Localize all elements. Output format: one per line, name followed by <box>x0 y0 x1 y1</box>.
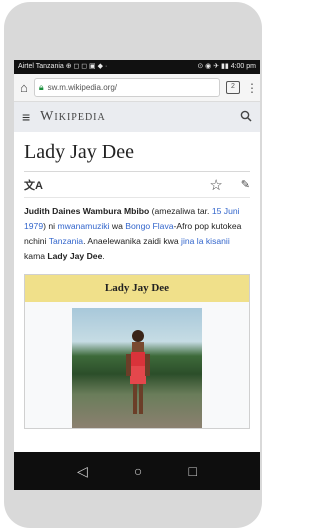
phone-frame: Airtel Tanzania ⊕ ◻ ◻ ▣ ◆ · ⊙ ◉ ✈ ▮▮ 4:0… <box>4 2 262 528</box>
status-left: Airtel Tanzania ⊕ ◻ ◻ ▣ ◆ · <box>18 63 108 70</box>
hamburger-menu-icon[interactable]: ≡ <box>22 109 30 125</box>
address-bar[interactable]: 🔒︎ sw.m.wikipedia.org/ <box>33 78 220 97</box>
home-nav-icon[interactable]: ○ <box>134 463 142 479</box>
lock-icon: 🔒︎ <box>38 82 44 92</box>
subject-name: Judith Daines Wambura Mbibo <box>24 206 150 216</box>
url-text: sw.m.wikipedia.org/ <box>47 83 118 92</box>
article-content: Lady Jay Dee 文A ☆ ✎ Judith Daines Wambur… <box>14 132 260 429</box>
page-actions-bar: 文A ☆ ✎ <box>24 172 250 198</box>
browser-toolbar: ⌂ 🔒︎ sw.m.wikipedia.org/ 2 ⋮ <box>14 74 260 102</box>
lead-paragraph: Judith Daines Wambura Mbibo (amezaliwa t… <box>24 206 242 261</box>
person-figure <box>126 330 150 414</box>
browser-menu-icon[interactable]: ⋮ <box>246 81 258 95</box>
wiki-header: ≡ Wikipedia <box>14 102 260 132</box>
infobox-title: Lady Jay Dee <box>25 275 249 302</box>
back-nav-icon[interactable]: ◁ <box>77 463 88 480</box>
watch-star-icon[interactable]: ☆ <box>209 176 222 194</box>
language-icon[interactable]: 文A <box>24 177 209 193</box>
recents-nav-icon[interactable]: □ <box>188 463 196 479</box>
link-bongo-flava[interactable]: Bongo Flava <box>125 221 173 231</box>
status-right: ⊙ ◉ ✈ ▮▮ 4:00 pm <box>197 63 256 70</box>
tab-switcher-button[interactable]: 2 <box>226 81 240 94</box>
infobox: Lady Jay Dee <box>24 274 250 429</box>
tabs-count: 2 <box>231 83 235 90</box>
link-musician[interactable]: mwanamuziki <box>57 221 109 231</box>
page-title: Lady Jay Dee <box>24 141 250 172</box>
stage-name: Lady Jay Dee <box>47 251 103 261</box>
phone-screen: Airtel Tanzania ⊕ ◻ ◻ ▣ ◆ · ⊙ ◉ ✈ ▮▮ 4:0… <box>14 60 260 490</box>
link-tanzania[interactable]: Tanzania <box>49 236 83 246</box>
link-stage-name[interactable]: jina la kisanii <box>181 236 230 246</box>
search-icon[interactable] <box>240 110 252 125</box>
home-icon[interactable]: ⌂ <box>20 80 28 95</box>
infobox-photo[interactable] <box>72 308 202 428</box>
edit-pencil-icon[interactable]: ✎ <box>241 178 250 191</box>
status-bar: Airtel Tanzania ⊕ ◻ ◻ ▣ ◆ · ⊙ ◉ ✈ ▮▮ 4:0… <box>14 60 260 74</box>
wikipedia-wordmark[interactable]: Wikipedia <box>40 109 230 125</box>
android-nav-bar: ◁ ○ □ <box>14 452 260 490</box>
